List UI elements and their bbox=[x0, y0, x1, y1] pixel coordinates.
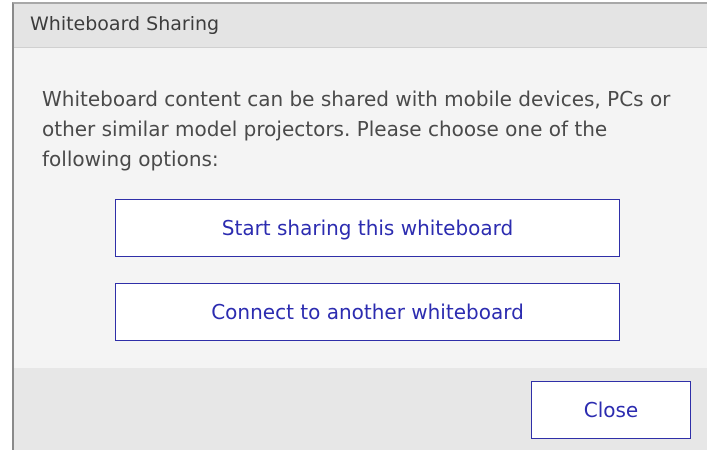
dialog-footer: Close bbox=[14, 368, 707, 450]
start-sharing-button[interactable]: Start sharing this whiteboard bbox=[115, 199, 620, 257]
dialog-title: Whiteboard Sharing bbox=[30, 13, 220, 35]
close-button[interactable]: Close bbox=[531, 381, 691, 439]
whiteboard-sharing-dialog: Whiteboard Sharing Whiteboard content ca… bbox=[12, 2, 707, 450]
dialog-title-bar: Whiteboard Sharing bbox=[14, 4, 707, 48]
connect-whiteboard-button[interactable]: Connect to another whiteboard bbox=[115, 283, 620, 341]
dialog-message: Whiteboard content can be shared with mo… bbox=[42, 87, 671, 171]
